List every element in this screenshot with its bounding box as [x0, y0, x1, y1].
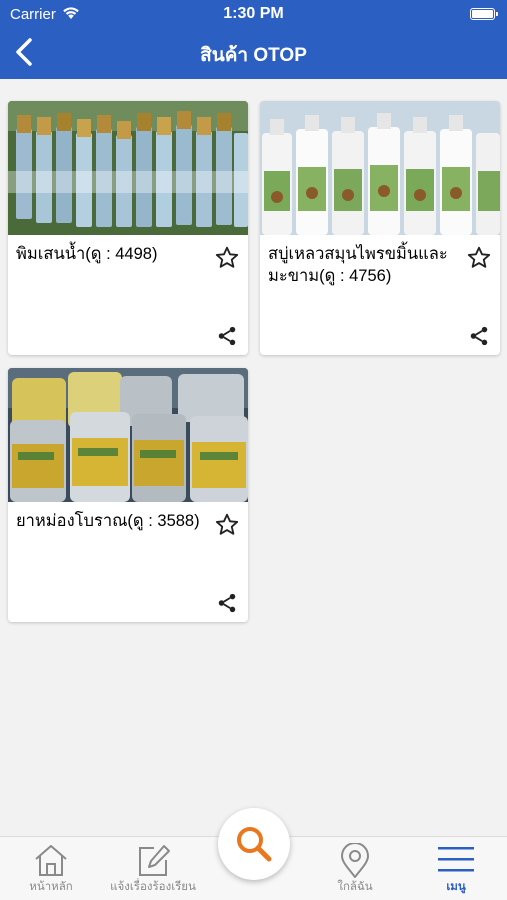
product-card[interactable]: สบู่เหลวสมุนไพรขมิ้นและมะขาม(ดู : 4756): [260, 101, 500, 355]
location-pin-icon: [341, 843, 369, 878]
star-icon[interactable]: [214, 512, 240, 538]
hamburger-icon: [438, 847, 474, 872]
product-image: [8, 368, 248, 502]
tab-menu-label: เมนู: [446, 881, 466, 893]
status-bar: Carrier 1:30 PM: [0, 0, 507, 28]
star-icon[interactable]: [466, 245, 492, 271]
share-icon[interactable]: [216, 325, 238, 347]
product-title: สบู่เหลวสมุนไพรขมิ้นและมะขาม(ดู : 4756): [268, 245, 448, 285]
product-title: พิมเสนน้ำ(ดู : 4498): [16, 245, 158, 263]
share-icon[interactable]: [468, 325, 490, 347]
share-icon[interactable]: [216, 592, 238, 614]
tab-report[interactable]: แจ้งเรื่องร้องเรียน: [104, 837, 202, 900]
page-title: สินค้า OTOP: [200, 45, 307, 66]
search-icon: [237, 827, 272, 862]
tab-nearby-label: ใกล้ฉัน: [337, 881, 373, 893]
edit-icon: [139, 845, 170, 876]
tab-home[interactable]: หน้าหลัก: [14, 837, 88, 900]
tab-home-label: หน้าหลัก: [29, 881, 73, 893]
app-header: Carrier 1:30 PM สินค้า OTOP: [0, 0, 507, 79]
product-card[interactable]: ยาหม่องโบราณ(ดู : 3588): [8, 368, 248, 622]
battery-icon: [470, 8, 498, 20]
status-time: 1:30 PM: [223, 5, 284, 22]
tab-report-label: แจ้งเรื่องร้องเรียน: [110, 881, 196, 893]
product-image: [260, 101, 500, 235]
product-card[interactable]: พิมเสนน้ำ(ดู : 4498): [8, 101, 248, 355]
tab-nearby[interactable]: ใกล้ฉัน: [320, 837, 390, 900]
search-button[interactable]: [218, 808, 290, 880]
product-title: ยาหม่องโบราณ(ดู : 3588): [16, 512, 200, 530]
home-icon: [35, 845, 67, 876]
star-icon[interactable]: [214, 245, 240, 271]
product-image: [8, 101, 248, 235]
tab-menu[interactable]: เมนู: [420, 837, 492, 900]
